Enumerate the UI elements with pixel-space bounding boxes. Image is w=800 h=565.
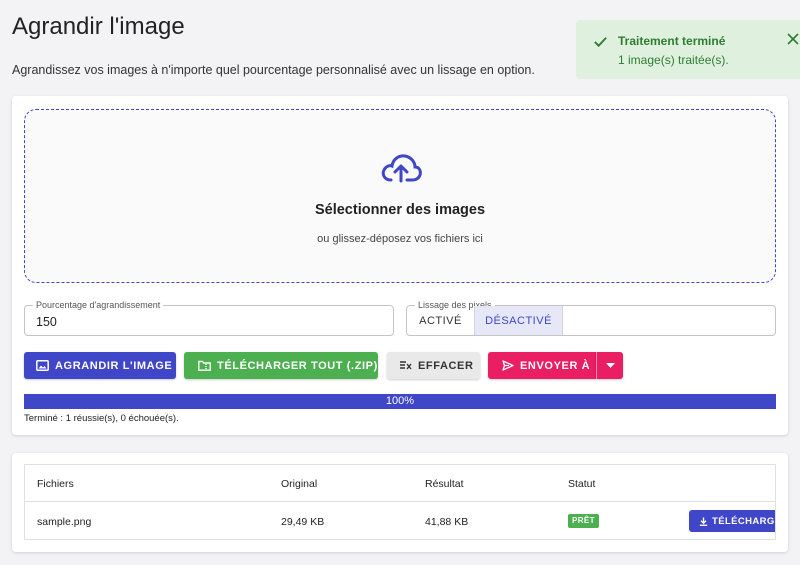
enlarge-button[interactable]: AGRANDIR L'IMAGE bbox=[24, 352, 176, 379]
clear-button[interactable]: EFFACER bbox=[387, 352, 480, 379]
row-original-size: 29,49 KB bbox=[281, 516, 325, 528]
image-icon bbox=[36, 360, 49, 371]
dropzone-subtitle: ou glissez-déposez vos fichiers ici bbox=[317, 233, 483, 245]
clear-label: EFFACER bbox=[418, 359, 474, 372]
status-badge: PRÊT bbox=[568, 514, 599, 528]
download-icon bbox=[699, 517, 708, 526]
enlarge-label: AGRANDIR L'IMAGE bbox=[55, 359, 173, 372]
smoothing-on-option[interactable]: ACTIVÉ bbox=[407, 306, 474, 335]
upload-card: Sélectionner des images ou glissez-dépos… bbox=[12, 96, 788, 435]
page-subtitle: Agrandissez vos images à n'importe quel … bbox=[12, 63, 535, 77]
row-result-size: 41,88 KB bbox=[425, 516, 469, 528]
download-zip-button[interactable]: TÉLÉCHARGER TOUT (.ZIP) bbox=[184, 352, 378, 379]
progress-label: 100% bbox=[385, 395, 415, 407]
results-card: Fichiers Original Résultat Statut sample… bbox=[12, 453, 788, 552]
cloud-upload-icon bbox=[381, 154, 422, 183]
progress-summary: Terminé : 1 réussie(s), 0 échouée(s). bbox=[24, 413, 179, 424]
download-button[interactable]: TÉLÉCHARGER bbox=[689, 510, 775, 532]
percentage-value[interactable]: 150 bbox=[36, 315, 57, 329]
percentage-label: Pourcentage d'agrandissement bbox=[33, 299, 164, 311]
results-table: Fichiers Original Résultat Statut sample… bbox=[24, 464, 776, 540]
toast-title: Traitement terminé bbox=[618, 34, 726, 48]
toast-message: 1 image(s) traitée(s). bbox=[618, 53, 729, 67]
send-to-dropdown-button[interactable] bbox=[596, 352, 623, 379]
header-result: Résultat bbox=[425, 478, 464, 490]
row-file-name: sample.png bbox=[37, 516, 92, 528]
page-title: Agrandir l'image bbox=[12, 13, 185, 40]
caret-down-icon bbox=[605, 363, 615, 368]
dropzone[interactable]: Sélectionner des images ou glissez-dépos… bbox=[24, 109, 776, 283]
send-to-label: ENVOYER À bbox=[520, 359, 591, 372]
smoothing-toggle-group: Lissage des pixels ACTIVÉ DÉSACTIVÉ bbox=[406, 299, 776, 336]
check-icon bbox=[594, 37, 607, 48]
close-icon[interactable] bbox=[787, 33, 799, 45]
smoothing-off-option[interactable]: DÉSACTIVÉ bbox=[474, 306, 563, 335]
header-original: Original bbox=[281, 478, 318, 490]
send-to-button[interactable]: ENVOYER À bbox=[488, 352, 596, 379]
progress-bar: 100% bbox=[24, 394, 776, 409]
folder-zip-icon bbox=[198, 360, 211, 371]
dropzone-title: Sélectionner des images bbox=[314, 202, 486, 218]
download-zip-label: TÉLÉCHARGER TOUT (.ZIP) bbox=[217, 359, 378, 372]
clear-list-icon bbox=[400, 361, 412, 370]
download-label: TÉLÉCHARGER bbox=[712, 515, 775, 527]
header-files: Fichiers bbox=[37, 478, 74, 490]
table-header: Fichiers Original Résultat Statut bbox=[25, 465, 775, 502]
toast-notification: Traitement terminé 1 image(s) traitée(s)… bbox=[576, 20, 800, 79]
percentage-field[interactable]: Pourcentage d'agrandissement 150 bbox=[24, 299, 394, 336]
send-icon bbox=[502, 360, 514, 371]
header-status: Statut bbox=[568, 478, 596, 490]
